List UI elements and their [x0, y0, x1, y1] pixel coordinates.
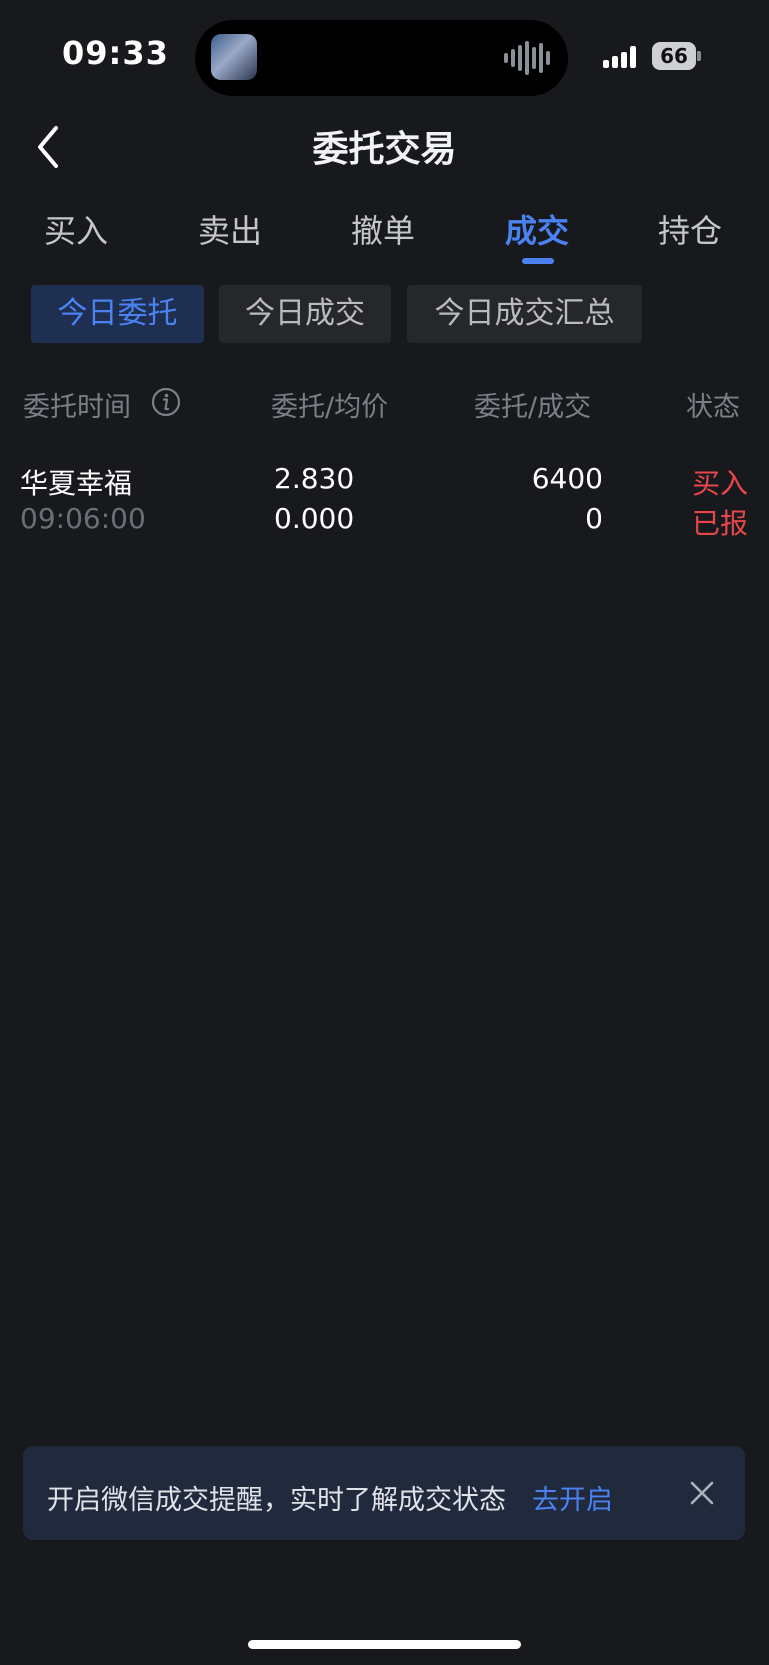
active-tab-indicator	[522, 258, 554, 264]
chip-today-orders[interactable]: 今日委托	[31, 285, 204, 343]
chip-today-deals[interactable]: 今日成交	[219, 285, 391, 343]
header-order-avg-price: 委托/均价	[271, 392, 389, 423]
battery-level: 66	[660, 44, 688, 68]
order-quantity: 6400	[531, 462, 603, 495]
chip-today-deals-summary[interactable]: 今日成交汇总	[407, 285, 642, 343]
status-time: 09:33	[62, 34, 169, 72]
trade-tabs: 买入 卖出 撤单 成交 持仓	[0, 206, 769, 264]
order-side: 买入	[691, 467, 748, 500]
stock-name: 华夏幸福	[20, 467, 133, 500]
audio-waveform-icon	[504, 40, 550, 76]
banner-message: 开启微信成交提醒，实时了解成交状态	[47, 1485, 506, 1516]
order-time: 09:06:00	[20, 502, 146, 535]
battery-icon: 66	[652, 42, 696, 70]
tab-positions[interactable]: 持仓	[630, 206, 750, 252]
enable-notification-link[interactable]: 去开启	[532, 1478, 613, 1517]
battery-cap-icon	[697, 51, 701, 61]
tab-deals[interactable]: 成交	[477, 206, 597, 252]
tab-sell[interactable]: 卖出	[170, 206, 290, 252]
average-price: 0.000	[274, 502, 355, 535]
header-status: 状态	[686, 392, 740, 423]
dynamic-island	[195, 20, 568, 96]
now-playing-artwork	[211, 34, 257, 80]
home-indicator	[248, 1640, 521, 1649]
order-status: 已报	[691, 507, 748, 540]
tab-cancel[interactable]: 撤单	[323, 206, 443, 252]
info-icon[interactable]	[151, 387, 181, 417]
header-order-time: 委托时间	[23, 392, 131, 423]
wechat-notification-banner: 开启微信成交提醒，实时了解成交状态 去开启	[23, 1446, 745, 1540]
tab-buy[interactable]: 买入	[16, 206, 136, 252]
header-order-filled: 委托/成交	[474, 392, 592, 423]
close-icon[interactable]	[687, 1478, 717, 1508]
filled-quantity: 0	[585, 502, 603, 535]
page-title: 委托交易	[312, 129, 457, 170]
cellular-signal-icon	[603, 44, 636, 68]
order-price: 2.830	[274, 462, 355, 495]
